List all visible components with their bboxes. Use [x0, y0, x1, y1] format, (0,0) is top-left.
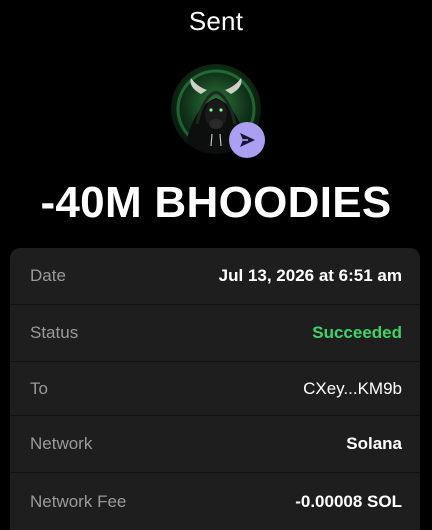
detail-label: Network Fee [30, 491, 127, 511]
network-fee-value: -0.00008 SOL [295, 491, 402, 511]
detail-row-to[interactable]: To CXey...KM9b [10, 362, 420, 416]
detail-row-network-fee: Network Fee -0.00008 SOL [10, 473, 420, 530]
detail-label: Network [30, 434, 93, 453]
transaction-amount: -40M BHOODIES [40, 178, 392, 227]
detail-row-network: Network Solana [10, 416, 420, 473]
detail-label: To [30, 378, 48, 398]
date-value: Jul 13, 2026 at 6:51 am [218, 266, 402, 285]
detail-label: Date [30, 266, 66, 285]
recipient-address[interactable]: CXey...KM9b [303, 379, 402, 399]
status-badge: Succeeded [312, 323, 402, 342]
token-avatar-group [171, 64, 265, 158]
page-title: Sent [188, 6, 244, 36]
send-arrow-icon [229, 122, 265, 158]
detail-label: Status [30, 323, 79, 342]
network-value: Solana [346, 434, 402, 453]
detail-row-status: Status Succeeded [10, 305, 420, 362]
transaction-details-card: Date Jul 13, 2026 at 6:51 am Status Succ… [10, 248, 420, 530]
detail-row-date: Date Jul 13, 2026 at 6:51 am [10, 248, 420, 305]
